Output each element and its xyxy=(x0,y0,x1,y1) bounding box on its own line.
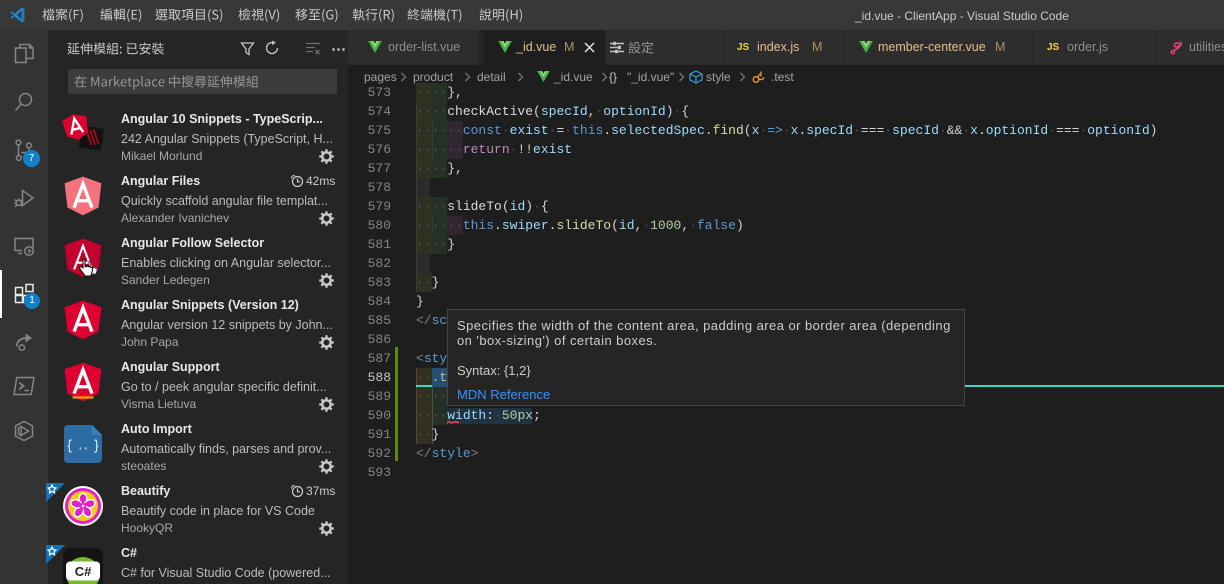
svg-text:{ .. }: { .. } xyxy=(67,439,99,455)
svg-text:C#: C# xyxy=(75,564,92,579)
